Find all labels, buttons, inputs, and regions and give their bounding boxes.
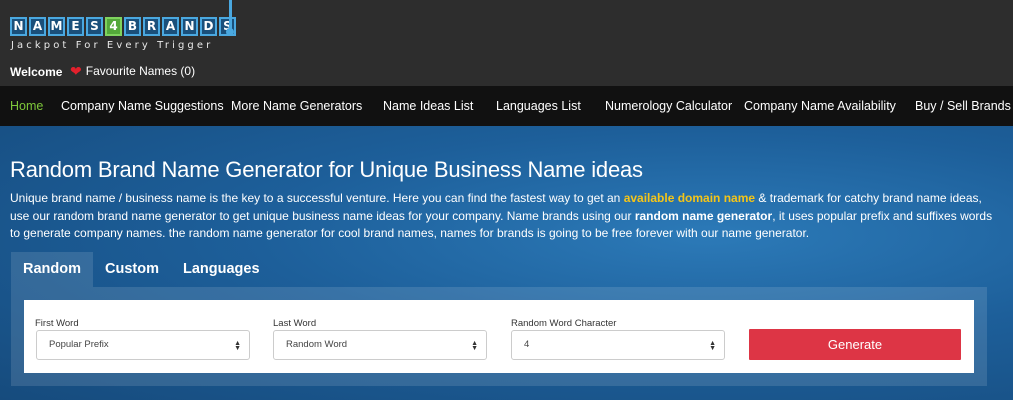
tab-random[interactable]: Random [11,252,93,287]
favourite-names-label: Favourite Names (0) [85,64,196,78]
logo-tile: S [86,17,103,36]
updown-arrows-icon: ▲ ▼ [234,339,241,352]
logo-tile: M [48,17,65,36]
random-word-character-label: Random Word Character [511,318,617,329]
nav-item-name-ideas-list[interactable]: Name Ideas List [383,99,473,113]
logo-tile: A [162,17,179,36]
logo-tile: A [29,17,46,36]
logo-tile: 4 [105,17,122,36]
site-logo[interactable]: N A M E S 4 B R A N D S [10,17,236,36]
last-word-label: Last Word [273,318,317,329]
nav-item-company-name-suggestions[interactable]: Company Name Suggestions [61,99,224,113]
logo-tile: R [143,17,160,36]
main-nav: Home Company Name Suggestions More Name … [0,86,1013,126]
page-title: Random Brand Name Generator for Unique B… [10,157,643,182]
updown-arrows-icon: ▲ ▼ [471,339,478,352]
heart-icon: ❤ [70,63,82,79]
first-word-label: First Word [35,318,79,329]
updown-arrows-icon: ▲ ▼ [709,339,716,352]
random-word-character-select[interactable]: 4 ▲ ▼ [511,330,725,360]
intro-text: Unique brand name / business name is the… [10,191,624,205]
nav-item-home[interactable]: Home [10,99,43,113]
generator-tabs: Random Custom Languages [11,252,272,287]
tab-custom[interactable]: Custom [93,252,171,287]
last-word-value: Random Word [286,339,348,350]
random-word-character-value: 4 [524,339,530,350]
logo-tile: D [200,17,217,36]
logo-tile: E [67,17,84,36]
nav-item-company-name-availability[interactable]: Company Name Availability [744,99,896,113]
generate-button[interactable]: Generate [749,329,961,360]
top-header: N A M E S 4 B R A N D S Jackpot For Ever… [0,0,1013,86]
nav-item-numerology-calculator[interactable]: Numerology Calculator [605,99,732,113]
logo-tile: B [124,17,141,36]
intro-paragraph: Unique brand name / business name is the… [10,190,1000,243]
first-word-select[interactable]: Popular Prefix ▲ ▼ [36,330,250,360]
logo-tile: N [10,17,27,36]
first-word-value: Popular Prefix [49,339,109,350]
logo-lever-icon [226,0,234,36]
welcome-text: Welcome [10,65,63,79]
nav-item-more-name-generators[interactable]: More Name Generators [231,99,362,113]
intro-bold-text: random name generator [634,208,773,223]
last-word-select[interactable]: Random Word ▲ ▼ [273,330,487,360]
logo-tagline: Jackpot For Every Trigger [11,40,214,51]
nav-item-languages-list[interactable]: Languages List [496,99,581,113]
available-domain-name-link[interactable]: available domain name [624,191,755,205]
nav-item-buy-sell-brands[interactable]: Buy / Sell Brands [915,99,1011,113]
favourite-names-link[interactable]: ❤ Favourite Names (0) [70,64,195,78]
logo-tile: N [181,17,198,36]
tab-languages[interactable]: Languages [171,252,272,287]
